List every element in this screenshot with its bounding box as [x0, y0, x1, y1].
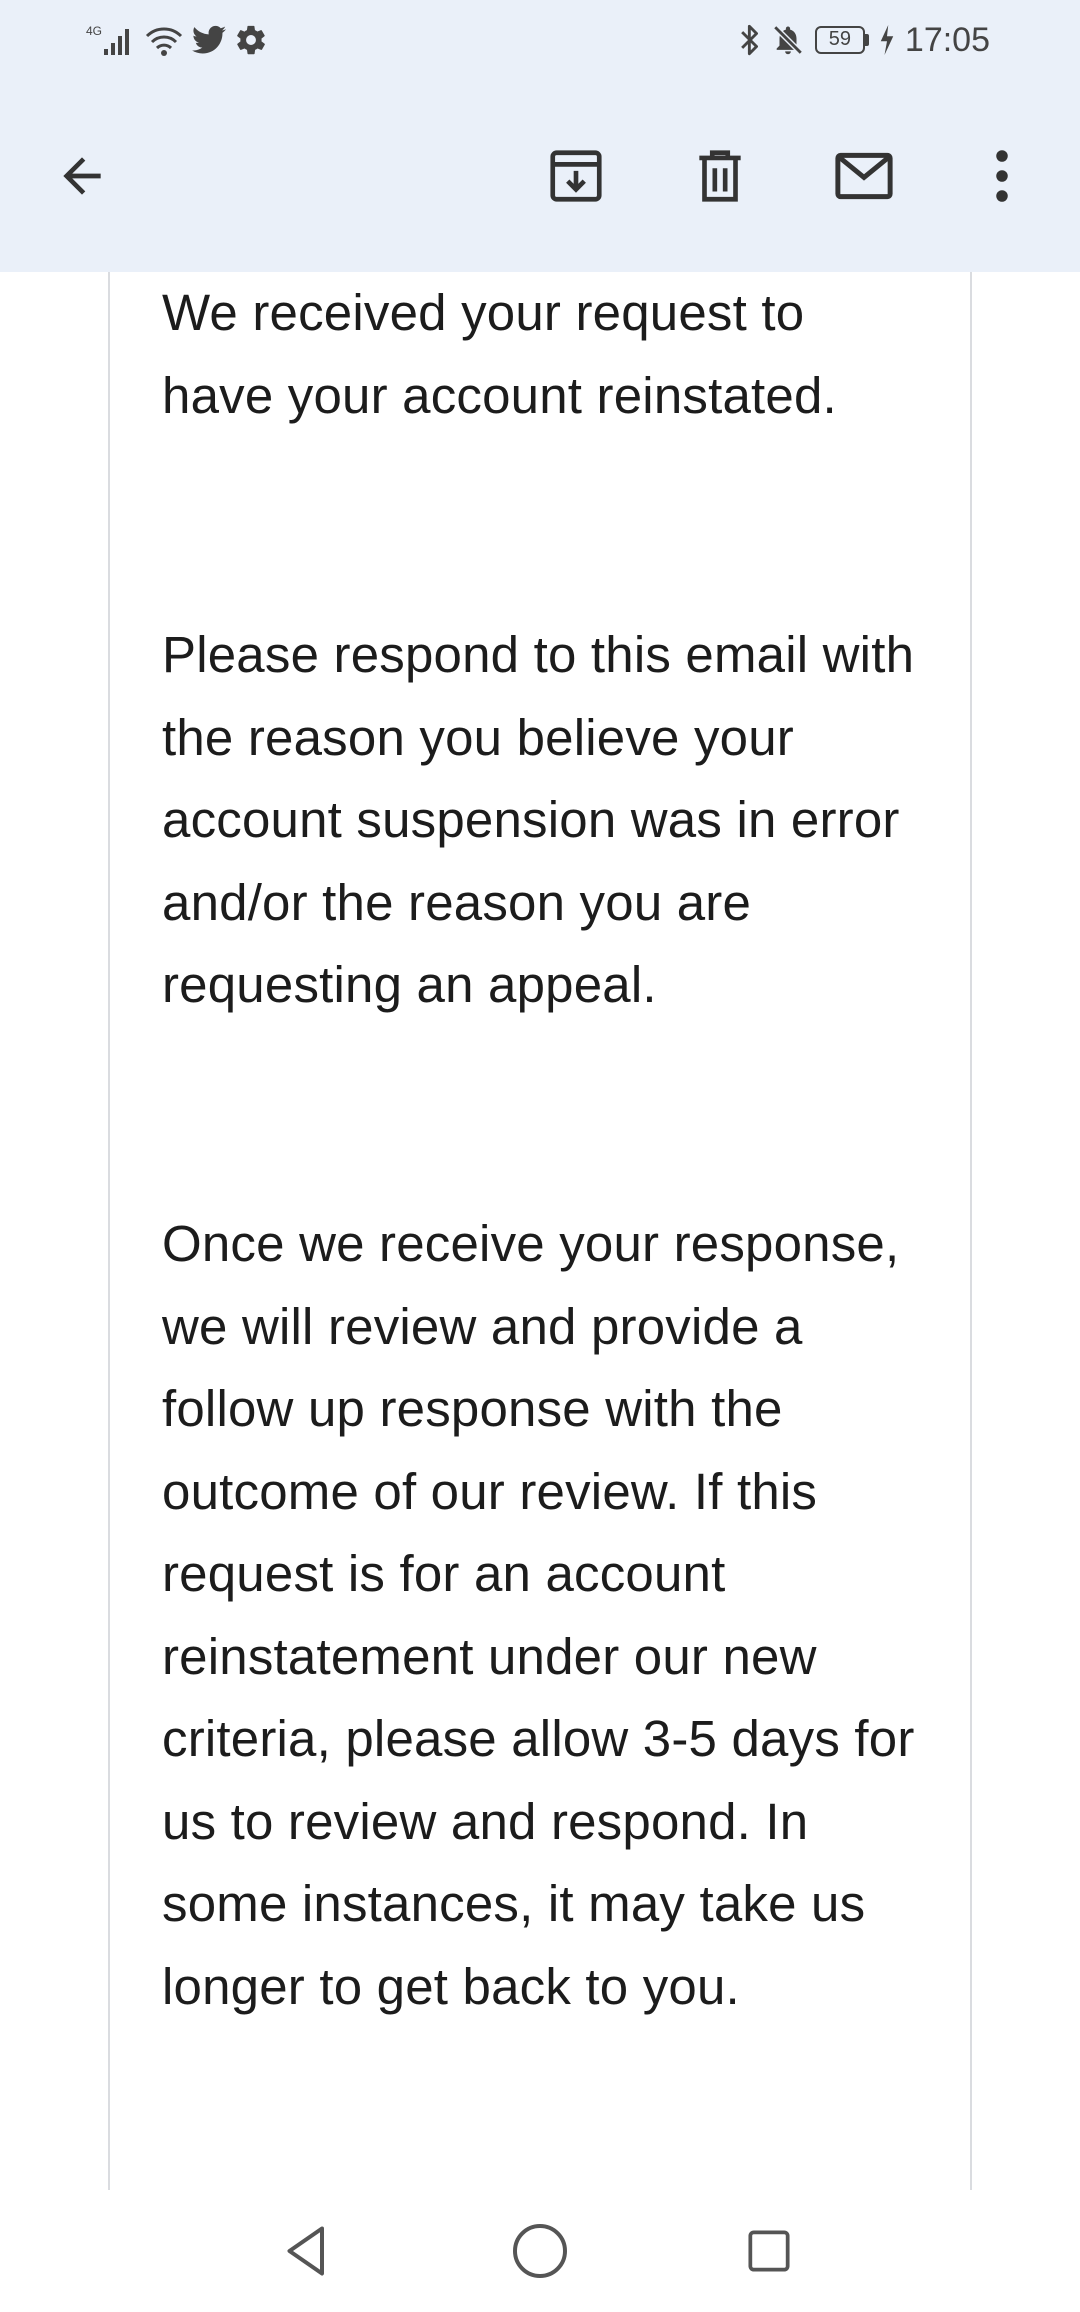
email-body[interactable]: We received your request to have your ac… — [0, 272, 1080, 2190]
archive-button[interactable] — [528, 128, 624, 224]
mark-unread-icon — [835, 152, 893, 200]
status-left-icons: 4G — [86, 18, 268, 62]
status-right-icons: 59 17:05 — [739, 18, 990, 62]
nav-back-icon — [287, 2226, 324, 2276]
nav-home-icon — [513, 2224, 567, 2278]
back-arrow-icon — [63, 157, 101, 195]
wifi-icon — [144, 23, 184, 57]
charging-icon — [879, 25, 895, 55]
clock: 17:05 — [904, 20, 990, 59]
more-options-icon — [996, 150, 1008, 202]
mark-unread-button[interactable] — [816, 128, 912, 224]
archive-icon — [550, 150, 602, 202]
email-toolbar — [0, 80, 1080, 272]
battery-icon: 59 — [814, 26, 869, 54]
settings-icon — [234, 23, 268, 57]
battery-level: 59 — [814, 26, 865, 54]
nav-back-button[interactable] — [262, 2206, 352, 2296]
network-type-label: 4G — [86, 24, 102, 38]
email-paragraph: We received your request to have your ac… — [162, 284, 837, 424]
delete-icon — [699, 150, 741, 202]
signal-icon: 4G — [86, 23, 136, 57]
status-bar: 4G 59 17:05 — [0, 0, 1080, 80]
email-paragraph: Please respond to this email with the re… — [162, 626, 915, 1013]
nav-recents-icon — [748, 2230, 790, 2272]
back-button[interactable] — [34, 128, 130, 224]
delete-button[interactable] — [672, 128, 768, 224]
email-paragraph: Once we receive your response, we will r… — [162, 1215, 915, 2015]
system-navigation-bar — [0, 2190, 1080, 2312]
mute-icon — [771, 23, 805, 57]
twitter-icon — [192, 25, 226, 55]
nav-home-button[interactable] — [495, 2206, 585, 2296]
bluetooth-icon — [739, 23, 761, 57]
nav-recents-button[interactable] — [724, 2206, 814, 2296]
more-options-button[interactable] — [954, 128, 1050, 224]
